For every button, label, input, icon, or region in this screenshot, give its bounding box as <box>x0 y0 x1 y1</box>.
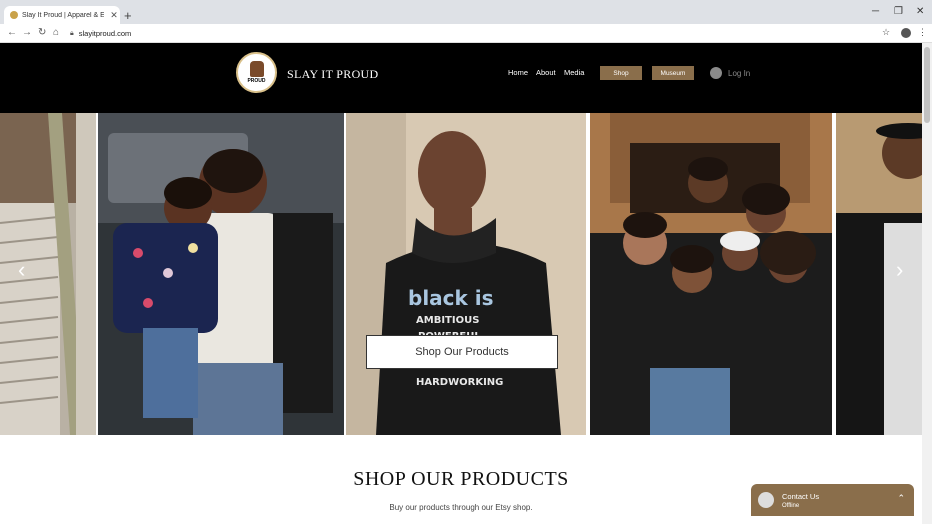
close-tab-icon[interactable]: ✕ <box>108 10 120 21</box>
gallery-next-arrow-icon[interactable]: › <box>896 257 903 283</box>
forward-icon[interactable]: → <box>22 27 32 38</box>
gallery-photo-man-hoodie[interactable]: black is AMBITIOUS POWERFUL HARDWORKING <box>346 113 586 435</box>
profile-icon[interactable] <box>901 28 911 38</box>
chat-status: Offline <box>782 502 800 509</box>
restore-icon[interactable]: ❐ <box>894 6 903 17</box>
brand-name[interactable]: SLAY IT PROUD <box>287 67 378 82</box>
gallery-photo-mother-child[interactable] <box>98 113 344 435</box>
gallery-prev-arrow-icon[interactable]: ‹ <box>18 257 25 283</box>
login-label: Log In <box>728 68 751 78</box>
site-logo[interactable]: PROUD <box>236 52 277 93</box>
man-hat-image <box>836 113 922 435</box>
page-scrollbar[interactable] <box>922 43 932 524</box>
contact-chat-widget[interactable]: Contact Us Offline ⌃ <box>751 484 914 516</box>
bookmark-star-icon[interactable]: ☆ <box>882 27 890 38</box>
mother-child-image <box>98 113 344 435</box>
site-favicon-icon <box>10 11 18 19</box>
browser-tab-strip: Slay It Proud | Apparel & Educati ✕ + ─ … <box>0 0 932 24</box>
reload-icon[interactable]: ↻ <box>38 27 46 38</box>
gallery-photo-man-hat[interactable] <box>836 113 922 435</box>
home-icon[interactable]: ⌂ <box>53 27 59 38</box>
hoodie-print-line4: HARDWORKING <box>416 377 503 388</box>
chat-bubble-icon <box>758 492 774 508</box>
nav-about[interactable]: About <box>536 68 556 77</box>
nav-shop-button[interactable]: Shop <box>600 66 642 80</box>
url-field[interactable]: 🔒︎ slayitproud.com <box>70 26 880 41</box>
gallery-photo-group[interactable] <box>590 113 832 435</box>
browser-tab[interactable]: Slay It Proud | Apparel & Educati ✕ <box>4 6 120 24</box>
chat-title: Contact Us <box>782 491 820 501</box>
hoodie-print-line1: black is <box>408 286 494 310</box>
logo-text: PROUD <box>247 78 266 84</box>
address-bar: ← → ↻ ⌂ 🔒︎ slayitproud.com ☆ ⋮ <box>0 24 932 43</box>
nav-museum-button[interactable]: Museum <box>652 66 694 80</box>
gallery-photo-staircase[interactable] <box>0 113 96 435</box>
website-viewport: PROUD SLAY IT PROUD Home About Media Sho… <box>0 43 922 524</box>
minimize-icon[interactable]: ─ <box>872 6 879 17</box>
user-avatar-icon <box>710 67 722 79</box>
close-window-icon[interactable]: ✕ <box>916 6 924 17</box>
lock-icon: 🔒︎ <box>70 29 74 37</box>
scrollbar-thumb[interactable] <box>924 47 930 123</box>
site-header: PROUD SLAY IT PROUD Home About Media Sho… <box>0 43 922 113</box>
new-tab-button[interactable]: + <box>124 8 132 23</box>
photo-gallery: black is AMBITIOUS POWERFUL HARDWORKING <box>0 113 922 435</box>
back-icon[interactable]: ← <box>7 27 17 38</box>
nav-media[interactable]: Media <box>564 68 584 77</box>
staircase-image <box>0 113 96 435</box>
raised-fist-icon <box>249 61 264 77</box>
login-button[interactable]: Log In <box>710 67 750 79</box>
hoodie-print-line2: AMBITIOUS <box>416 315 479 326</box>
chevron-up-icon[interactable]: ⌃ <box>897 493 905 504</box>
url-text: slayitproud.com <box>78 29 132 38</box>
tab-title: Slay It Proud | Apparel & Educati <box>22 11 104 19</box>
browser-menu-icon[interactable]: ⋮ <box>918 27 927 38</box>
shop-products-button[interactable]: Shop Our Products <box>366 335 558 369</box>
man-hoodie-image: black is AMBITIOUS POWERFUL HARDWORKING <box>346 113 586 435</box>
nav-home[interactable]: Home <box>508 68 528 77</box>
group-image <box>590 113 832 435</box>
